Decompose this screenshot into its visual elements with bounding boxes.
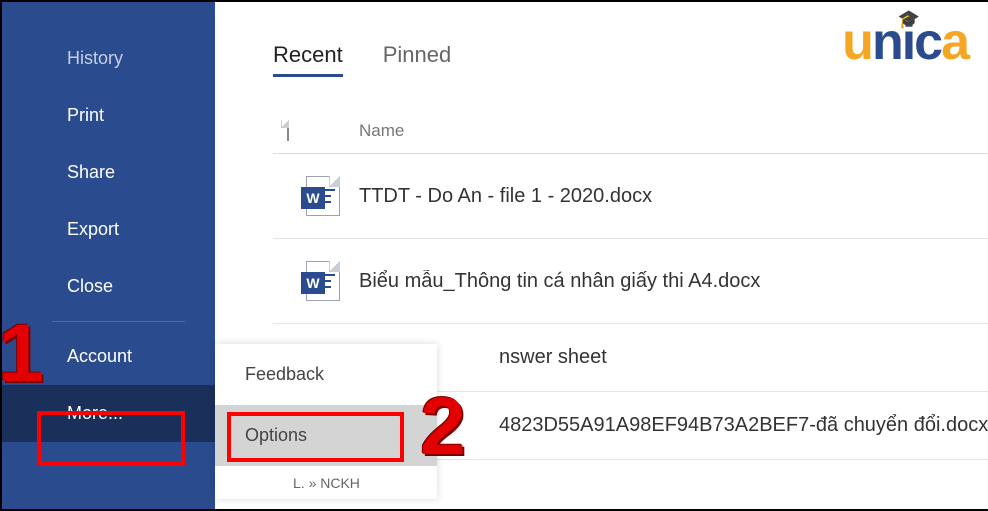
- sidebar-item-history[interactable]: History: [2, 30, 215, 87]
- word-document-icon: W: [306, 261, 340, 301]
- file-name: Biểu mẫu_Thông tin cá nhân giấy thi A4.d…: [359, 270, 988, 293]
- word-document-icon: W: [306, 176, 340, 216]
- tab-pinned[interactable]: Pinned: [383, 42, 452, 77]
- column-name[interactable]: Name: [359, 121, 404, 141]
- sidebar-item-share[interactable]: Share: [2, 144, 215, 201]
- list-header: Name: [273, 113, 988, 154]
- popup-item-options[interactable]: Options: [215, 405, 437, 466]
- sidebar-item-more[interactable]: More...: [2, 385, 215, 442]
- sidebar-item-account[interactable]: Account: [2, 328, 215, 385]
- sidebar-item-export[interactable]: Export: [2, 201, 215, 258]
- sidebar-item-print[interactable]: Print: [2, 87, 215, 144]
- graduation-cap-icon: 🎓: [898, 9, 918, 30]
- file-name: TTDT - Do An - file 1 - 2020.docx: [359, 185, 988, 208]
- file-row[interactable]: W Biểu mẫu_Thông tin cá nhân giấy thi A4…: [273, 239, 988, 324]
- more-popup-menu: Feedback Options L. » NCKH: [215, 344, 437, 499]
- sidebar-item-close[interactable]: Close: [2, 258, 215, 315]
- file-row[interactable]: W TTDT - Do An - file 1 - 2020.docx: [273, 154, 988, 239]
- tab-recent[interactable]: Recent: [273, 42, 343, 77]
- backstage-sidebar: History Print Share Export Close Account…: [2, 2, 215, 509]
- document-icon: [287, 120, 289, 141]
- popup-item-feedback[interactable]: Feedback: [215, 344, 437, 405]
- brand-logo: un🎓ica: [842, 12, 968, 72]
- popup-remnant-text: L. » NCKH: [215, 466, 437, 499]
- sidebar-separator: [52, 321, 185, 322]
